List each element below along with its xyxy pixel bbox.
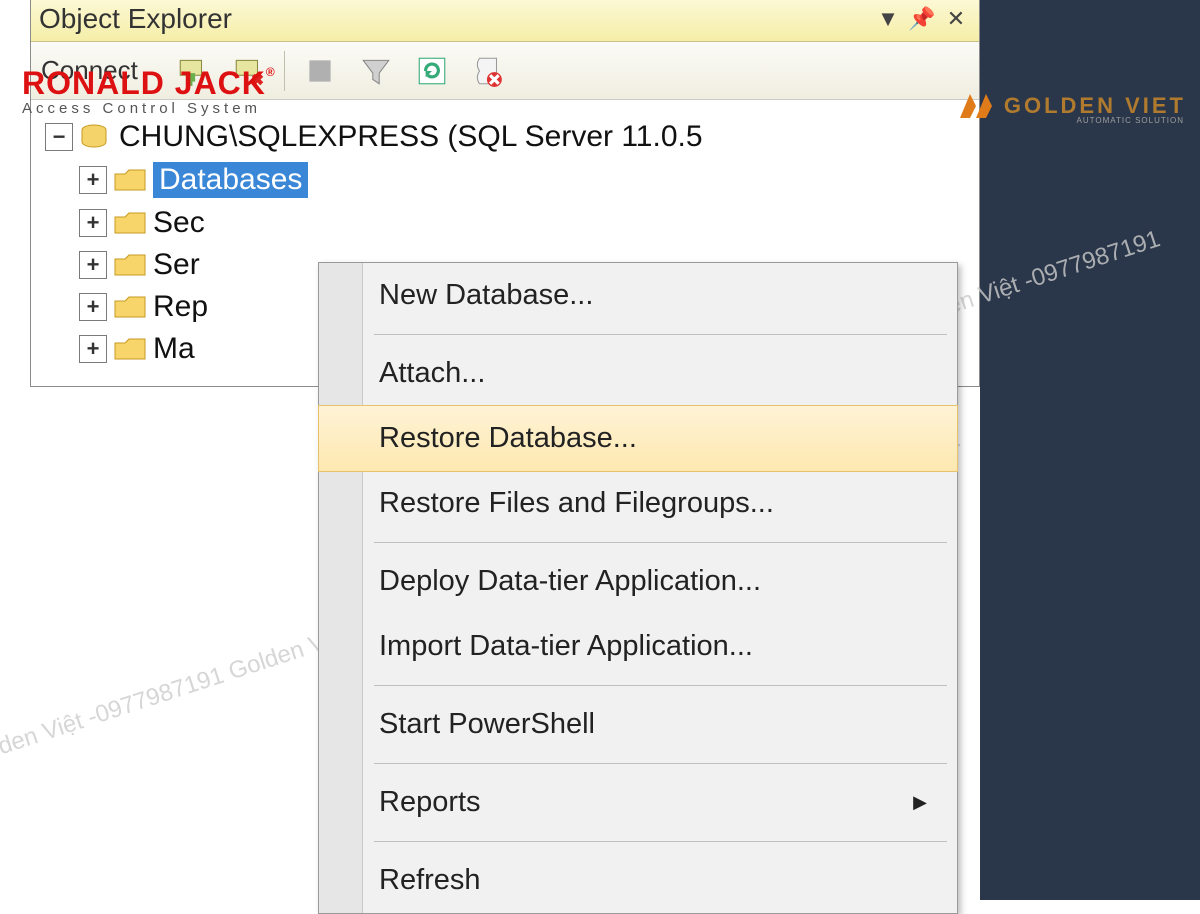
menu-separator: [374, 763, 947, 764]
logo-left-line1: RONALD JACK: [22, 65, 266, 101]
logo-right-sub: AUTOMATIC SOLUTION: [1077, 116, 1185, 125]
expand-icon[interactable]: +: [79, 293, 107, 321]
menu-item-label: Reports: [379, 786, 481, 819]
panel-title: Object Explorer: [39, 3, 869, 35]
collapse-icon[interactable]: −: [45, 123, 73, 151]
menu-refresh[interactable]: Refresh: [319, 848, 957, 913]
panel-titlebar: Object Explorer ▼ 📌 ✕: [31, 0, 979, 42]
folder-icon: [113, 209, 147, 237]
close-icon[interactable]: ✕: [941, 4, 971, 34]
node-label: Sec: [153, 206, 205, 240]
folder-icon: [113, 293, 147, 321]
menu-separator: [374, 841, 947, 842]
menu-attach[interactable]: Attach...: [319, 341, 957, 406]
menu-restore-files[interactable]: Restore Files and Filegroups...: [319, 471, 957, 536]
context-menu: New Database... Attach... Restore Databa…: [318, 262, 958, 914]
filter-icon[interactable]: [355, 50, 397, 92]
menu-import-dac[interactable]: Import Data-tier Application...: [319, 614, 957, 679]
menu-item-label: Import Data-tier Application...: [379, 630, 753, 663]
stop-icon[interactable]: [299, 50, 341, 92]
menu-item-label: Deploy Data-tier Application...: [379, 565, 761, 598]
menu-reports[interactable]: Reports ▶: [319, 770, 957, 835]
delete-script-icon[interactable]: [467, 50, 509, 92]
menu-new-database[interactable]: New Database...: [319, 263, 957, 328]
expand-icon[interactable]: +: [79, 166, 107, 194]
node-label: Rep: [153, 290, 208, 324]
pin-icon[interactable]: 📌: [907, 4, 937, 34]
menu-item-label: Restore Files and Filegroups...: [379, 487, 774, 520]
server-label: CHUNG\SQLEXPRESS (SQL Server 11.0.5: [119, 120, 703, 154]
menu-item-label: Start PowerShell: [379, 708, 595, 741]
menu-restore-database[interactable]: Restore Database...: [318, 405, 958, 472]
folder-icon: [113, 166, 147, 194]
menu-separator: [374, 334, 947, 335]
server-icon: [79, 123, 113, 151]
expand-icon[interactable]: +: [79, 251, 107, 279]
toolbar-separator: [284, 51, 285, 91]
logo-left-line2: Access Control System: [22, 100, 276, 117]
menu-separator: [374, 685, 947, 686]
node-label: Ser: [153, 248, 200, 282]
folder-icon: [113, 335, 147, 363]
menu-item-label: Refresh: [379, 864, 481, 897]
folder-icon: [113, 251, 147, 279]
menu-deploy-dac[interactable]: Deploy Data-tier Application...: [319, 549, 957, 614]
expand-icon[interactable]: +: [79, 209, 107, 237]
tree-node-security[interactable]: + Sec: [39, 202, 971, 244]
menu-item-label: Attach...: [379, 357, 485, 390]
submenu-arrow-icon: ▶: [913, 792, 927, 813]
node-label: Ma: [153, 332, 195, 366]
ronald-jack-logo: RONALD JACK® Access Control System: [22, 65, 276, 117]
golden-viet-logo: GOLDEN VIET AUTOMATIC SOLUTION: [956, 88, 1186, 124]
menu-start-powershell[interactable]: Start PowerShell: [319, 692, 957, 757]
tree-node-databases[interactable]: + Databases: [39, 158, 971, 202]
node-label: Databases: [153, 162, 308, 198]
dark-background: [980, 0, 1200, 900]
menu-separator: [374, 542, 947, 543]
menu-item-label: New Database...: [379, 279, 593, 312]
refresh-icon[interactable]: [411, 50, 453, 92]
server-node[interactable]: − CHUNG\SQLEXPRESS (SQL Server 11.0.5: [39, 116, 971, 158]
menu-item-label: Restore Database...: [379, 422, 637, 455]
expand-icon[interactable]: +: [79, 335, 107, 363]
dropdown-icon[interactable]: ▼: [873, 4, 903, 34]
